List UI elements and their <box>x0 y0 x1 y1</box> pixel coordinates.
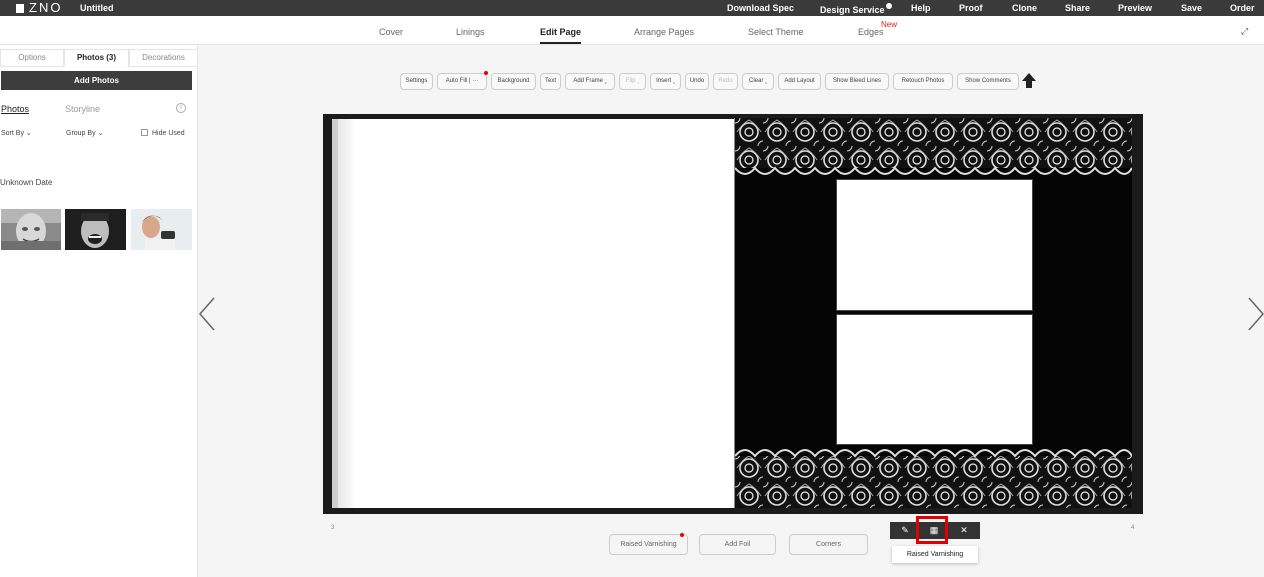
clear-dropdown[interactable]: Clear ˬ <box>742 73 774 90</box>
page-number-right: 4 <box>1131 525 1135 531</box>
corners-button[interactable]: Corners <box>789 534 868 555</box>
collapse-up-arrow-icon[interactable] <box>1022 73 1036 93</box>
tab-edit-page[interactable]: Edit Page <box>540 27 582 44</box>
lace-decoration <box>735 118 1132 508</box>
tab-arrange-pages[interactable]: Arrange Pages <box>634 27 694 37</box>
sort-by-dropdown[interactable]: Sort By ⌄ <box>1 129 32 137</box>
checkbox-icon <box>141 129 148 136</box>
hide-used-checkbox[interactable]: Hide Used <box>141 129 185 137</box>
insert-dropdown[interactable]: Insert ˬ <box>650 73 681 90</box>
photo-group-label: Unknown Date <box>0 178 53 187</box>
sidebar-tab-options[interactable]: Options <box>0 49 64 67</box>
info-icon[interactable]: i <box>176 103 186 113</box>
tab-select-theme[interactable]: Select Theme <box>748 27 803 37</box>
sidebar-tabs: Options Photos (3) Decorations <box>0 49 198 67</box>
edit-icon[interactable]: ✎ <box>895 522 915 539</box>
add-layout-button[interactable]: Add Layout <box>778 73 821 90</box>
raised-varnishing-button[interactable]: Raised Varnishing <box>609 533 688 555</box>
photo-thumbnail[interactable] <box>65 209 126 250</box>
right-page[interactable] <box>735 118 1132 508</box>
next-page-arrow-icon[interactable] <box>1247 296 1264 337</box>
sidebar-tab-photos[interactable]: Photos (3) <box>64 49 129 67</box>
page-number-left: 3 <box>331 525 335 531</box>
photo-thumbnail[interactable] <box>131 209 192 250</box>
previous-page-arrow-icon[interactable] <box>198 296 216 337</box>
preview-link[interactable]: Preview <box>1118 3 1152 13</box>
close-icon[interactable]: ✕ <box>954 522 974 539</box>
auto-fill-button[interactable]: Auto Fill | ··· <box>437 71 488 90</box>
new-badge: New <box>881 20 898 29</box>
chevron-down-icon: ⌄ <box>97 130 104 137</box>
editor-tab-bar: Cover Linings Edit Page Arrange Pages Se… <box>0 16 1264 45</box>
settings-button[interactable]: Settings <box>400 73 433 90</box>
chevron-down-icon: ⌄ <box>25 130 32 137</box>
help-link[interactable]: Help <box>911 3 931 13</box>
sidebar-tab-decorations[interactable]: Decorations <box>129 49 198 67</box>
tab-edges[interactable]: Edges <box>858 27 884 37</box>
photo-frame-bottom[interactable] <box>836 314 1033 445</box>
notification-dot-icon <box>680 533 684 537</box>
retouch-photos-button[interactable]: Retouch Photos <box>893 73 953 90</box>
photos-subtab[interactable]: Photos <box>1 104 29 114</box>
show-bleed-lines-button[interactable]: Show Bleed Lines <box>825 73 889 90</box>
add-foil-button[interactable]: Add Foil <box>699 534 776 555</box>
add-photos-button[interactable]: Add Photos <box>1 71 192 90</box>
fullscreen-icon[interactable]: ⤢ <box>1241 26 1248 37</box>
order-link[interactable]: Order <box>1230 3 1255 13</box>
redo-button[interactable]: Redo <box>713 73 738 90</box>
highlight-box <box>916 516 948 544</box>
photo-frame-top[interactable] <box>836 179 1033 311</box>
notification-dot-icon <box>484 71 488 75</box>
logo-mark-icon <box>16 4 24 13</box>
background-button[interactable]: Background <box>491 73 536 90</box>
share-link[interactable]: Share <box>1065 3 1090 13</box>
save-link[interactable]: Save <box>1181 3 1202 13</box>
sidebar: Options Photos (3) Decorations Add Photo… <box>0 45 198 577</box>
show-comments-button[interactable]: Show Comments <box>957 73 1019 90</box>
photo-thumbnail[interactable] <box>1 209 61 250</box>
text-button[interactable]: Text <box>540 73 561 90</box>
tab-cover[interactable]: Cover <box>379 27 403 37</box>
download-spec-link[interactable]: Download Spec <box>727 3 794 13</box>
project-title[interactable]: Untitled <box>80 3 114 13</box>
zno-logo[interactable]: ZNO <box>16 1 62 14</box>
notification-dot-icon <box>885 3 892 9</box>
tooltip: Raised Varnishing <box>892 546 978 563</box>
left-page[interactable] <box>338 119 734 508</box>
clone-link[interactable]: Clone <box>1012 3 1037 13</box>
proof-link[interactable]: Proof <box>959 3 983 13</box>
group-by-dropdown[interactable]: Group By ⌄ <box>66 129 103 137</box>
tab-linings[interactable]: Linings <box>456 27 485 37</box>
add-frame-dropdown[interactable]: Add Frame ˬ <box>565 73 615 90</box>
storyline-subtab[interactable]: Storyline <box>65 104 100 114</box>
top-bar: ZNO Untitled Download Spec Design Servic… <box>0 0 1264 16</box>
flip-dropdown[interactable]: Flip ˬ <box>619 73 646 90</box>
design-service-link[interactable]: Design Service <box>820 3 892 15</box>
undo-button[interactable]: Undo <box>685 73 709 90</box>
